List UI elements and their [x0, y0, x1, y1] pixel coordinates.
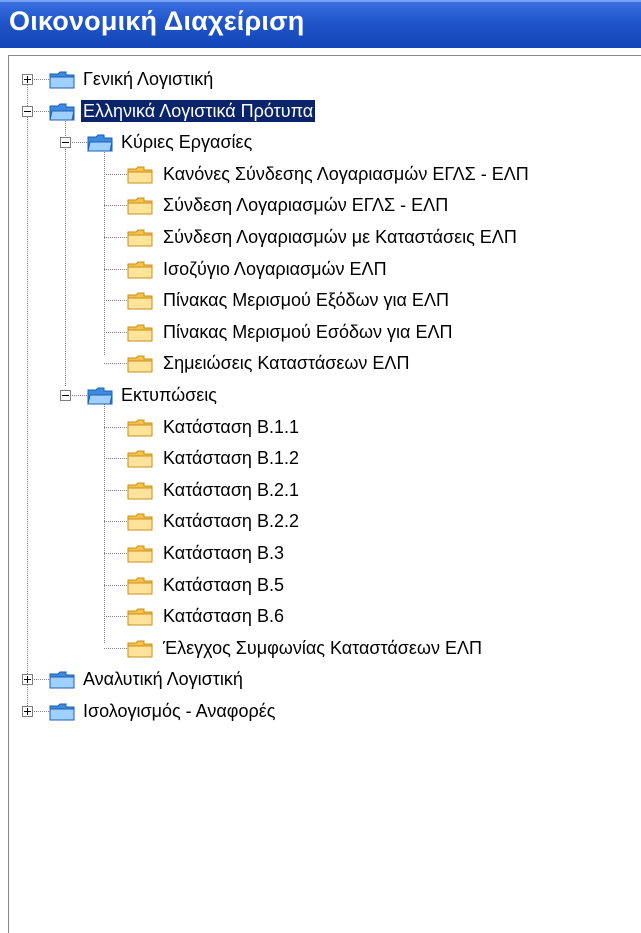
tree-connector [104, 331, 127, 333]
tree-node[interactable]: Κατάσταση Β.1.2 [9, 443, 639, 474]
tree-connector [104, 205, 127, 207]
tree-node[interactable]: Αναλυτική Λογιστική [9, 664, 639, 695]
tree-node[interactable]: Εκτυπώσεις [9, 380, 639, 411]
tree-node-label[interactable]: Σύνδεση Λογαριασμών ΕΓΛΣ - ΕΛΠ [161, 194, 450, 216]
tree-node-label[interactable]: Κύριες Εργασίες [119, 131, 254, 153]
tree-connector [104, 173, 127, 175]
folder-yellow-icon [127, 164, 153, 184]
tree-connector [104, 616, 127, 618]
tree-node-label[interactable]: Κατάσταση Β.2.2 [161, 510, 301, 532]
tree-node[interactable]: Κατάσταση Β.2.2 [9, 506, 639, 537]
folder-blue-open-icon [87, 132, 113, 152]
folder-blue-open-icon [49, 101, 75, 121]
folder-yellow-icon [127, 259, 153, 279]
tree-connector [104, 237, 127, 238]
folder-yellow-icon [127, 448, 153, 468]
tree-node[interactable]: Κατάσταση Β.2.1 [9, 475, 639, 506]
tree-connector [104, 363, 127, 365]
folder-blue-icon [49, 701, 75, 721]
tree-node-label[interactable]: Ελληνικά Λογιστικά Πρότυπα [79, 98, 317, 123]
tree-connector [104, 584, 127, 586]
folder-blue-open-icon [87, 385, 113, 405]
collapse-minus-icon[interactable] [60, 390, 71, 401]
folder-yellow-icon [127, 417, 153, 437]
tree-node-label[interactable]: Έλεγχος Συμφωνίας Καταστάσεων ΕΛΠ [161, 637, 484, 659]
folder-yellow-icon [127, 638, 153, 658]
tree-connector [104, 521, 127, 523]
tree-node[interactable]: Κανόνες Σύνδεσης Λογαριασμών ΕΓΛΣ - ΕΛΠ [9, 159, 639, 190]
tree-node-label[interactable]: Σύνδεση Λογαριασμών με Καταστάσεις ΕΛΠ [161, 226, 519, 248]
tree-connector [104, 458, 127, 460]
tree-node[interactable]: Κατάσταση Β.3 [9, 538, 639, 569]
tree-node[interactable]: Ελληνικά Λογιστικά Πρότυπα [9, 96, 639, 127]
tree-connector [104, 426, 127, 428]
tree-node-label[interactable]: Κατάσταση Β.5 [161, 574, 286, 596]
tree-node-label[interactable]: Κανόνες Σύνδεσης Λογαριασμών ΕΓΛΣ - ΕΛΠ [161, 163, 531, 185]
tree-node[interactable]: Σύνδεση Λογαριασμών με Καταστάσεις ΕΛΠ [9, 222, 639, 253]
folder-blue-icon [49, 69, 75, 89]
title-bar: Οικονομική Διαχείριση [0, 0, 641, 48]
folder-yellow-icon [127, 480, 153, 500]
tree-node[interactable]: Κατάσταση Β.1.1 [9, 412, 639, 443]
tree-node[interactable]: Σύνδεση Λογαριασμών ΕΓΛΣ - ΕΛΠ [9, 190, 639, 221]
folder-yellow-icon [127, 606, 153, 626]
folder-yellow-icon [127, 543, 153, 563]
navigation-tree-panel[interactable]: Γενική Λογιστική Ελληνικά Λογιστικά Πρότυ… [8, 55, 641, 933]
tree-node-label[interactable]: Εκτυπώσεις [119, 384, 219, 406]
tree-node-label[interactable]: Κατάσταση Β.6 [161, 605, 286, 627]
folder-blue-icon [49, 669, 75, 689]
app-window: Οικονομική Διαχείριση Γενική Λογιστική Ελ… [0, 0, 641, 933]
tree-node-label[interactable]: Κατάσταση Β.1.2 [161, 447, 301, 469]
tree-node-label[interactable]: Κατάσταση Β.1.1 [161, 416, 301, 438]
tree-node[interactable]: Ισολογισμός - Αναφορές [9, 696, 639, 727]
tree-connector [104, 300, 127, 302]
folder-yellow-icon [127, 195, 153, 215]
folder-yellow-icon [127, 575, 153, 595]
tree-node[interactable]: Πίνακας Μερισμού Εσόδων για ΕΛΠ [9, 317, 639, 348]
tree-node-label[interactable]: Πίνακας Μερισμού Εσόδων για ΕΛΠ [161, 321, 455, 343]
folder-yellow-icon [127, 322, 153, 342]
tree-node-label[interactable]: Αναλυτική Λογιστική [81, 668, 245, 690]
tree-node[interactable]: Σημειώσεις Καταστάσεων ΕΛΠ [9, 348, 639, 379]
navigation-tree[interactable]: Γενική Λογιστική Ελληνικά Λογιστικά Πρότυ… [9, 56, 641, 933]
folder-yellow-icon [127, 227, 153, 247]
tree-node[interactable]: Κατάσταση Β.6 [9, 601, 639, 632]
folder-yellow-icon [127, 511, 153, 531]
expand-plus-icon[interactable] [22, 674, 33, 686]
tree-node-label[interactable]: Πίνακας Μερισμού Εξόδων για ΕΛΠ [161, 289, 451, 311]
tree-node-label[interactable]: Ισοζύγιο Λογαριασμών ΕΛΠ [161, 258, 389, 280]
tree-connector [104, 268, 127, 270]
tree-node-label[interactable]: Γενική Λογιστική [81, 68, 215, 90]
collapse-minus-icon[interactable] [60, 137, 71, 149]
tree-connector [104, 553, 127, 554]
expand-plus-icon[interactable] [22, 74, 33, 85]
tree-node[interactable]: Κατάσταση Β.5 [9, 570, 639, 601]
tree-connector [104, 489, 127, 491]
folder-yellow-icon [127, 353, 153, 373]
tree-node[interactable]: Έλεγχος Συμφωνίας Καταστάσεων ΕΛΠ [9, 633, 639, 664]
folder-yellow-icon [127, 290, 153, 310]
tree-node[interactable]: Γενική Λογιστική [9, 64, 639, 95]
tree-connector [104, 647, 127, 649]
tree-node[interactable]: Ισοζύγιο Λογαριασμών ΕΛΠ [9, 254, 639, 285]
tree-node-label[interactable]: Σημειώσεις Καταστάσεων ΕΛΠ [161, 352, 411, 374]
tree-node-label[interactable]: Ισολογισμός - Αναφορές [81, 700, 277, 722]
tree-node-label[interactable]: Κατάσταση Β.2.1 [161, 479, 301, 501]
window-title: Οικονομική Διαχείριση [9, 6, 305, 36]
expand-plus-icon[interactable] [22, 706, 33, 717]
tree-node[interactable]: Κύριες Εργασίες [9, 127, 639, 158]
tree-node[interactable]: Πίνακας Μερισμού Εξόδων για ΕΛΠ [9, 285, 639, 316]
tree-node-label[interactable]: Κατάσταση Β.3 [161, 542, 286, 564]
collapse-minus-icon[interactable] [22, 105, 33, 117]
